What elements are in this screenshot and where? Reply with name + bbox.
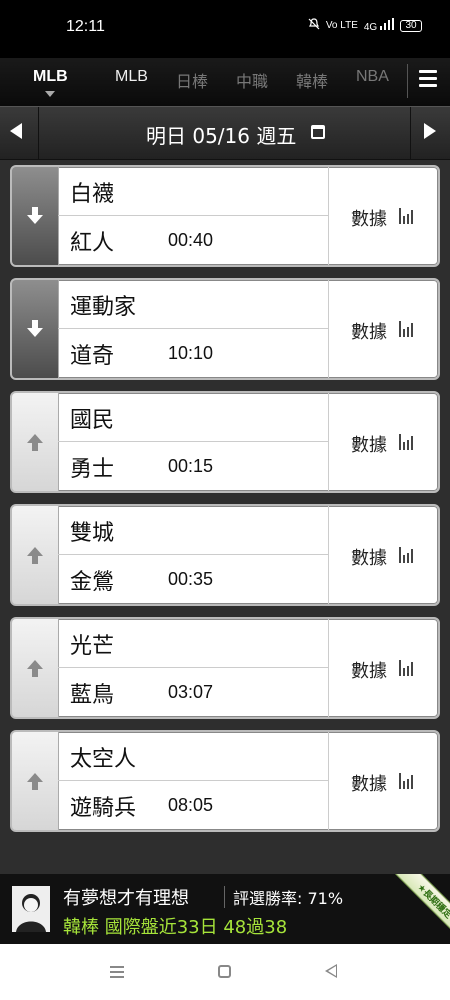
game-list: 白襪 紅人 00:40 數據 運動家 道奇 10:10 數據 國民 勇士 00:… (10, 165, 440, 843)
away-team-name: 雙城 (70, 521, 115, 546)
away-team-name: 國民 (70, 408, 115, 433)
status-time: 12:11 (66, 18, 105, 35)
banner-title: 有夢想才有理想 (63, 888, 189, 909)
4g-signal-icon: 4G (364, 18, 394, 33)
battery-icon: 30 (400, 19, 422, 32)
status-icons: Vo LTE 4G 30 (308, 18, 422, 33)
away-team-name: 光芒 (70, 634, 115, 659)
system-nav-bar (0, 944, 450, 1000)
game-card[interactable]: 運動家 道奇 10:10 數據 (10, 278, 440, 380)
stats-label: 數據 (351, 548, 387, 569)
arrow-down-icon (27, 207, 43, 224)
avatar (12, 886, 50, 932)
back-icon[interactable] (325, 964, 337, 978)
mute-icon (308, 18, 320, 33)
previous-day-arrow-icon[interactable] (10, 123, 22, 139)
tab-npb[interactable]: 日棒 (176, 68, 208, 92)
game-time: 00:35 (168, 569, 214, 589)
home-team-name: 道奇 (70, 344, 115, 369)
stats-button[interactable]: 數據 (328, 167, 438, 265)
status-bar: 12:11 Vo LTE 4G 30 (0, 0, 450, 58)
expand-toggle[interactable] (12, 506, 59, 604)
bar-chart-icon (399, 208, 415, 224)
game-time: 00:15 (168, 456, 214, 476)
tab-nba[interactable]: NBA (356, 68, 389, 86)
ribbon-label: ★長期穩定★ (391, 874, 450, 936)
game-time: 03:07 (168, 682, 214, 702)
home-team-name: 藍鳥 (70, 683, 115, 708)
tab-cpbl[interactable]: 中職 (236, 68, 268, 92)
game-time: 08:05 (168, 795, 214, 815)
stats-label: 數據 (351, 661, 387, 682)
date-bar: 明日 05/16 週五 (0, 106, 450, 160)
away-team-name: 太空人 (70, 747, 137, 772)
win-rate: 評選勝率: 71% (233, 889, 344, 908)
game-time: 10:10 (168, 343, 214, 363)
expand-toggle[interactable] (12, 393, 59, 491)
chevron-down-icon (45, 91, 55, 97)
tab-kbo[interactable]: 韓棒 (296, 68, 328, 92)
game-card[interactable]: 國民 勇士 00:15 數據 (10, 391, 440, 493)
calendar-icon[interactable] (311, 125, 325, 139)
expand-toggle[interactable] (12, 619, 59, 717)
collapse-toggle[interactable] (12, 280, 59, 378)
banner-record: 韓棒 國際盤近33日 48過38 (63, 917, 288, 938)
league-current-selector[interactable]: MLB (33, 68, 68, 86)
expand-toggle[interactable] (12, 732, 59, 830)
volte-icon: Vo LTE (325, 20, 358, 31)
bar-chart-icon (399, 434, 415, 450)
game-card[interactable]: 白襪 紅人 00:40 數據 (10, 165, 440, 267)
home-team-name: 勇士 (70, 457, 115, 482)
game-card[interactable]: 太空人 遊騎兵 08:05 數據 (10, 730, 440, 832)
away-team-name: 運動家 (70, 295, 137, 320)
stats-label: 數據 (351, 209, 387, 230)
bar-chart-icon (399, 660, 415, 676)
network-type: 4G (363, 22, 378, 33)
home-team-name: 金鶯 (70, 570, 115, 595)
promo-banner[interactable]: 有夢想才有理想 評選勝率: 71% 韓棒 國際盤近33日 48過38 ★長期穩定… (0, 874, 450, 944)
bar-chart-icon (399, 773, 415, 789)
tab-mlb[interactable]: MLB (115, 68, 148, 86)
date-label[interactable]: 明日 05/16 週五 (146, 120, 296, 149)
bar-chart-icon (399, 547, 415, 563)
arrow-down-icon (27, 320, 43, 337)
recent-apps-icon[interactable] (110, 966, 124, 981)
stats-button[interactable]: 數據 (328, 506, 438, 604)
next-day-arrow-icon[interactable] (424, 123, 436, 139)
away-team-name: 白襪 (70, 182, 115, 207)
hamburger-menu-icon[interactable] (419, 70, 437, 88)
arrow-up-icon (27, 773, 43, 790)
stats-label: 數據 (351, 774, 387, 795)
stats-label: 數據 (351, 435, 387, 456)
league-tab-bar: MLB MLB 日棒 中職 韓棒 NBA (0, 58, 450, 106)
badge-ribbon: ★長期穩定★ (388, 874, 450, 936)
stats-label: 數據 (351, 322, 387, 343)
stats-button[interactable]: 數據 (328, 393, 438, 491)
collapse-toggle[interactable] (12, 167, 59, 265)
game-time: 00:40 (168, 230, 214, 250)
game-card[interactable]: 雙城 金鶯 00:35 數據 (10, 504, 440, 606)
arrow-up-icon (27, 660, 43, 677)
arrow-up-icon (27, 434, 43, 451)
stats-button[interactable]: 數據 (328, 732, 438, 830)
bar-chart-icon (399, 321, 415, 337)
home-team-name: 遊騎兵 (70, 796, 137, 821)
stats-button[interactable]: 數據 (328, 619, 438, 717)
home-team-name: 紅人 (70, 231, 115, 256)
home-icon[interactable] (218, 965, 231, 978)
tab-divider (407, 64, 408, 98)
game-card[interactable]: 光芒 藍鳥 03:07 數據 (10, 617, 440, 719)
arrow-up-icon (27, 547, 43, 564)
stats-button[interactable]: 數據 (328, 280, 438, 378)
